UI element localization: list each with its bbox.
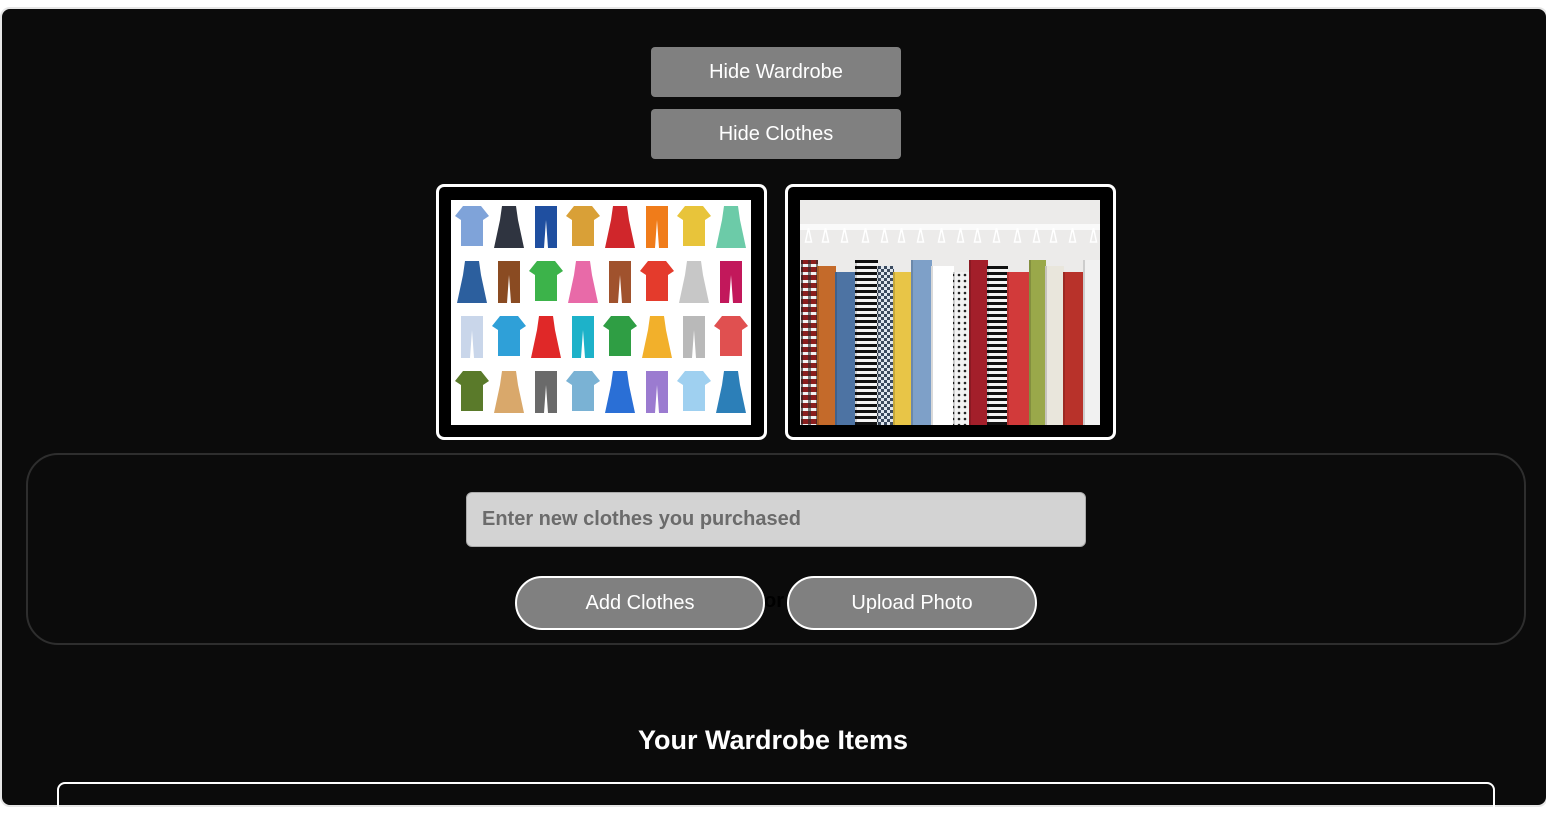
clothes-rack-image — [800, 200, 1100, 425]
add-clothes-button[interactable]: Add Clothes — [515, 576, 765, 630]
clothes-collage-card — [436, 184, 767, 440]
hide-clothes-button[interactable]: Hide Clothes — [651, 109, 901, 159]
wardrobe-items-list — [57, 782, 1495, 822]
new-clothes-input[interactable] — [466, 492, 1086, 547]
clothes-collage-image — [451, 200, 751, 425]
hide-wardrobe-button[interactable]: Hide Wardrobe — [651, 47, 901, 97]
or-separator: or — [764, 590, 784, 612]
clothes-rack-card — [785, 184, 1116, 440]
wardrobe-items-title: Your Wardrobe Items — [637, 725, 909, 755]
add-clothes-panel — [26, 453, 1526, 645]
upload-photo-button[interactable]: Upload Photo — [787, 576, 1037, 630]
